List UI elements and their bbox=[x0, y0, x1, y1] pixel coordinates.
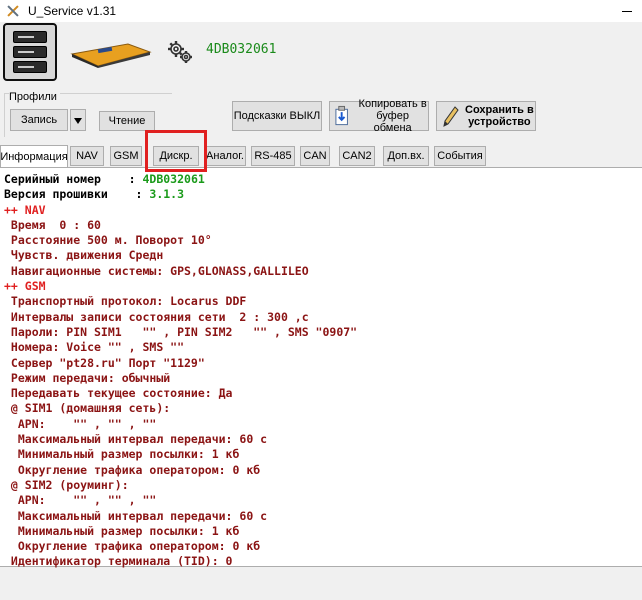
info-line: Округление трафика оператором: 0 кб bbox=[4, 539, 261, 554]
firmware-value: 3.1.3 bbox=[149, 187, 185, 202]
minimize-button[interactable] bbox=[620, 4, 634, 18]
server-icon bbox=[13, 31, 47, 43]
info-line: Номера: Voice "" , SMS "" bbox=[4, 340, 185, 355]
copy-to-clipboard-button[interactable]: Копировать в буфер обмена bbox=[329, 98, 429, 134]
tab-gsm[interactable]: GSM bbox=[110, 146, 142, 166]
serial-number-value: 4DB032061 bbox=[142, 172, 205, 186]
tab-analog[interactable]: Аналог. bbox=[204, 146, 246, 166]
save-label-line-2: устройство bbox=[468, 116, 531, 128]
firmware-label: Версия прошивки : bbox=[4, 187, 150, 202]
tab-nav[interactable]: NAV bbox=[70, 146, 104, 166]
firmware-line: Версия прошивки : 3.1.3 bbox=[4, 187, 642, 202]
save-label-line-1: Сохранить в bbox=[465, 104, 534, 116]
info-line: Интервалы записи состояния сети 2 : 300 … bbox=[4, 309, 309, 324]
info-line: Время 0 : 60 bbox=[4, 217, 101, 232]
info-line: APN: "" , "" , "" bbox=[4, 493, 157, 508]
info-line: Пароли: PIN SIM1 "" , PIN SIM2 "" , SMS … bbox=[4, 324, 358, 339]
info-line: Идентификатор терминала (TID): 0 bbox=[4, 554, 233, 569]
tab-bar: Информация NAV GSM Дискр. Аналог. RS-485… bbox=[0, 145, 642, 167]
profile-dropdown-arrow[interactable] bbox=[70, 109, 86, 131]
tab-rs485[interactable]: RS-485 bbox=[251, 146, 295, 166]
copy-icon bbox=[335, 105, 348, 126]
info-line: Транспортный протокол: Locarus DDF bbox=[4, 294, 247, 309]
server-icon-unit bbox=[13, 61, 47, 73]
info-line: Режим передачи: обычный bbox=[4, 370, 171, 385]
hints-toggle-button[interactable]: Подсказки ВЫКЛ bbox=[232, 101, 322, 131]
tab-info[interactable]: Информация bbox=[0, 145, 68, 167]
pen-icon bbox=[443, 106, 459, 127]
info-line: Сервер "pt28.ru" Порт "1129" bbox=[4, 355, 205, 370]
content-lines: ++ NAV Время 0 : 60 Расстояние 500 м. По… bbox=[4, 203, 642, 570]
profiles-label: Профили bbox=[9, 91, 60, 103]
server-button[interactable] bbox=[3, 23, 57, 81]
info-line: Навигационные системы: GPS,GLONASS,GALLI… bbox=[4, 263, 309, 278]
info-line: Максимальный интервал передачи: 60 с bbox=[4, 432, 268, 447]
save-label: Сохранить в устройство bbox=[465, 104, 534, 128]
info-line: @ SIM1 (домашняя сеть): bbox=[4, 401, 171, 416]
header: 4DB032061 bbox=[0, 22, 642, 86]
highlight-box bbox=[145, 130, 207, 172]
tab-can[interactable]: CAN bbox=[300, 146, 330, 166]
server-icon-unit bbox=[13, 46, 47, 58]
copy-label: Копировать в буфер обмена bbox=[357, 98, 428, 134]
info-line: Передавать текущее состояние: Да bbox=[4, 386, 233, 401]
tab-extra-inputs[interactable]: Доп.вх. bbox=[383, 146, 429, 166]
info-content[interactable]: Серийный номер : 4DB032061 Версия прошив… bbox=[0, 167, 642, 570]
save-to-device-button[interactable]: Сохранить в устройство bbox=[436, 101, 536, 131]
tab-events[interactable]: События bbox=[434, 146, 486, 166]
profile-read-button[interactable]: Чтение bbox=[99, 111, 155, 131]
serial-number-line: Серийный номер : 4DB032061 bbox=[4, 172, 642, 187]
info-line: Максимальный интервал передачи: 60 с bbox=[4, 508, 268, 523]
info-line: Минимальный размер посылки: 1 кб bbox=[4, 447, 240, 462]
gear-icon[interactable] bbox=[166, 38, 194, 66]
app-icon bbox=[6, 4, 20, 18]
tab-can2[interactable]: CAN2 bbox=[339, 146, 375, 166]
info-line: Расстояние 500 м. Поворот 10° bbox=[4, 233, 212, 248]
serial-number-label: Серийный номер : bbox=[4, 172, 143, 186]
profile-write-button[interactable]: Запись bbox=[10, 109, 68, 131]
device-id: 4DB032061 bbox=[206, 42, 277, 57]
title-bar: U_Service v1.31 bbox=[0, 0, 642, 22]
section-header: ++ NAV bbox=[4, 202, 46, 217]
device-image bbox=[70, 43, 152, 68]
info-line: @ SIM2 (роуминг): bbox=[4, 477, 129, 492]
copy-label-line-1: Копировать в bbox=[358, 98, 427, 110]
info-line: Чувств. движения Средн bbox=[4, 248, 164, 263]
info-line: Округление трафика оператором: 0 кб bbox=[4, 462, 261, 477]
window-title: U_Service v1.31 bbox=[28, 4, 117, 18]
copy-label-line-2: буфер обмена bbox=[373, 110, 412, 134]
section-header: ++ GSM bbox=[4, 279, 46, 294]
info-line: APN: "" , "" , "" bbox=[4, 416, 157, 431]
info-line: Минимальный размер посылки: 1 кб bbox=[4, 523, 240, 538]
